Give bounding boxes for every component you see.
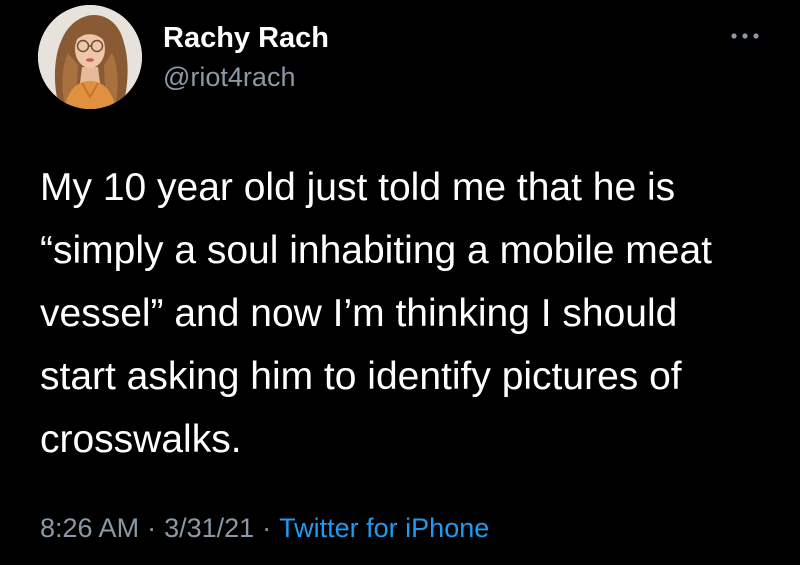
more-options-icon[interactable] [725, 24, 765, 48]
tweet-time[interactable]: 8:26 AM [40, 513, 139, 543]
tweet-date[interactable]: 3/31/21 [164, 513, 254, 543]
metadata-separator: · [147, 513, 157, 543]
tweet-card: Rachy Rach @riot4rach My 10 year old jus… [0, 0, 800, 565]
tweet-text-line: vessel” and now I’m thinking I should [40, 292, 678, 335]
tweet-text-line: crosswalks. [40, 418, 242, 461]
tweet-source-link[interactable]: Twitter for iPhone [279, 513, 489, 543]
tweet-text-line: start asking him to identify pictures of [40, 355, 682, 398]
author-names: Rachy Rach @riot4rach [163, 20, 329, 94]
profile-photo-icon [38, 5, 142, 109]
tweet-text-line: “simply a soul inhabiting a mobile meat [40, 229, 712, 272]
display-name[interactable]: Rachy Rach [163, 20, 329, 56]
tweet-metadata: 8:26 AM · 3/31/21 · Twitter for iPhone [40, 510, 489, 546]
metadata-separator: · [262, 513, 272, 543]
user-handle[interactable]: @riot4rach [163, 60, 329, 94]
avatar[interactable] [38, 5, 142, 109]
tweet-text: My 10 year old just told me that he is “… [40, 156, 775, 471]
tweet-text-line: My 10 year old just told me that he is [40, 166, 676, 209]
